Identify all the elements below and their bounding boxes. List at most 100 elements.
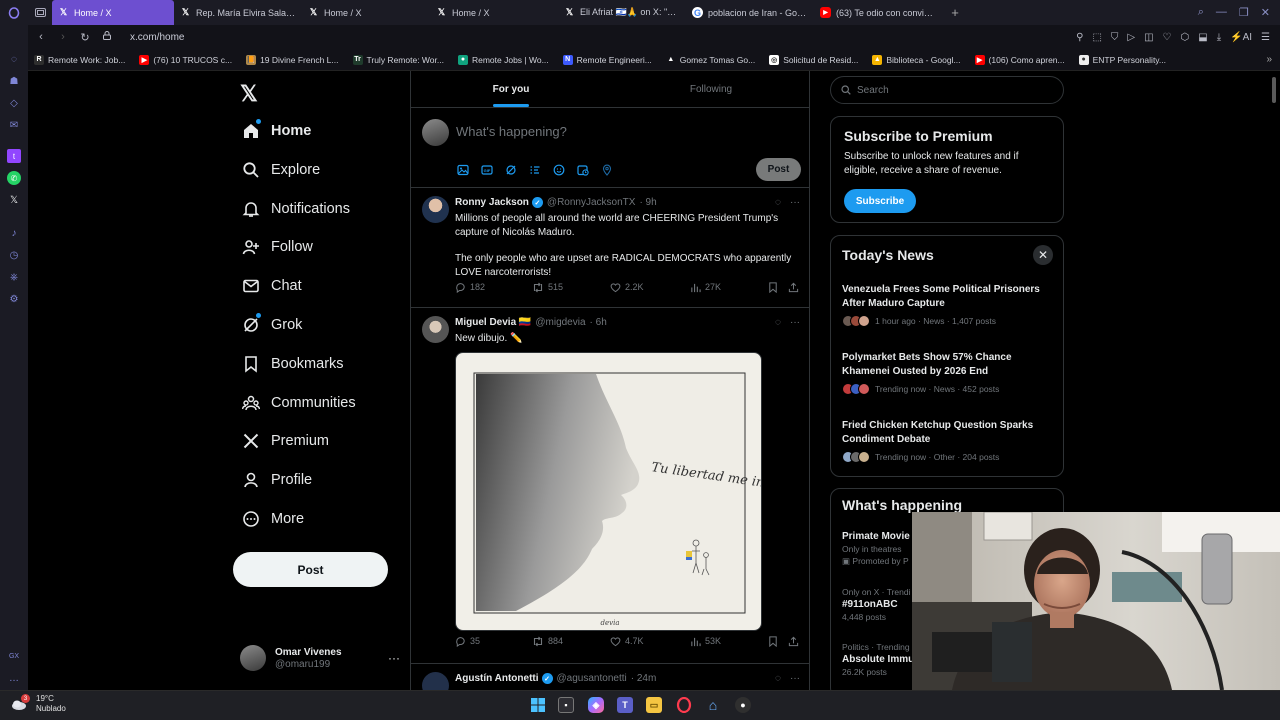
reload-icon[interactable]: ↻ [76, 31, 94, 44]
account-switcher[interactable]: Omar Vivenes @omaru199 ··· [240, 643, 400, 673]
url-field[interactable]: x.com/home [130, 32, 184, 43]
post-button[interactable]: Post [233, 552, 388, 587]
view-button[interactable]: 53K [690, 636, 721, 647]
bookmark-item[interactable]: ▶ (76) 10 TRUCOS c... [139, 54, 232, 65]
nav-item-profile[interactable]: Profile [240, 465, 312, 495]
search-tabs-icon[interactable]: ⌕ [1198, 6, 1204, 19]
bookmark-item[interactable]: ▲ Gomez Tomas Go... [665, 54, 755, 65]
composer-input[interactable]: What's happening? [456, 124, 567, 139]
search-input[interactable] [857, 84, 1047, 96]
repost-button[interactable]: 515 [532, 282, 563, 293]
grok-icon[interactable]: ◌ [775, 317, 781, 328]
gx-icon[interactable]: GX [7, 649, 21, 663]
repost-button[interactable]: 884 [532, 636, 563, 647]
app-badge-icon[interactable]: ● [735, 697, 751, 713]
tab-following[interactable]: Following [611, 71, 809, 107]
tweet-time[interactable]: · 6h [590, 317, 607, 328]
settings-icon[interactable]: ⚙ [7, 292, 21, 306]
opera-logo-icon[interactable] [0, 0, 28, 25]
tweet-author-name[interactable]: Miguel Devia 🇨🇴 [455, 317, 531, 328]
tweet-author-handle[interactable]: @RonnyJacksonTX [547, 197, 636, 208]
avatar[interactable] [422, 672, 449, 690]
pinboard-icon[interactable]: ⎈ [7, 270, 21, 284]
new-tab-button[interactable]: + [946, 4, 964, 22]
sidebar-more-icon[interactable]: … [7, 671, 21, 685]
bookmark-icon[interactable] [768, 281, 778, 293]
minimize-icon[interactable]: — [1216, 6, 1227, 19]
avatar[interactable] [422, 316, 449, 343]
news-item[interactable]: Fried Chicken Ketchup Question Sparks Co… [842, 419, 1054, 463]
browser-tab[interactable]: ▶ (63) Te odio con conviccio [814, 0, 942, 25]
wallet-icon[interactable]: ⬓ [1198, 32, 1207, 43]
nav-item-chat[interactable]: Chat [240, 271, 302, 301]
tweet-author-name[interactable]: Ronny Jackson [455, 197, 529, 208]
replie-button[interactable]: 182 [455, 282, 485, 293]
messenger-icon[interactable]: ✉ [7, 118, 21, 132]
location-icon[interactable] [600, 163, 614, 177]
bookmark-item[interactable]: ◎ Solicitud de Resid... [769, 54, 858, 65]
bookmarks-overflow-icon[interactable]: » [1266, 54, 1272, 65]
scrollbar-thumb[interactable] [1272, 77, 1276, 103]
gif-icon[interactable]: GIF [480, 163, 494, 177]
camera-icon[interactable]: ◫ [1144, 32, 1153, 43]
nav-item-premium[interactable]: Premium [240, 426, 329, 456]
close-icon[interactable]: ✕ [1033, 245, 1053, 265]
share-icon[interactable] [788, 636, 799, 647]
avatar[interactable] [422, 196, 449, 223]
more-dots-icon[interactable]: ··· [790, 197, 800, 208]
nav-item-communities[interactable]: Communities [240, 388, 356, 418]
browser-tab[interactable]: 𝕏 Eli Afriat 🇮🇱🙏 on X: "🇮🇷Bl [558, 0, 686, 25]
tweet-author-handle[interactable]: @agusantonetti [557, 673, 627, 684]
search-box[interactable] [830, 76, 1064, 104]
extensions-icon[interactable]: ⬡ [1181, 32, 1190, 43]
heart-icon[interactable]: ♡ [1163, 32, 1172, 43]
tweet-time[interactable]: · 24m [631, 673, 657, 684]
shield-icon[interactable]: ⛉ [1111, 32, 1119, 43]
bookmark-item[interactable]: ● ENTP Personality... [1078, 54, 1166, 65]
replie-button[interactable]: 35 [455, 636, 480, 647]
browser-tab[interactable]: 𝕏 Home / X [430, 0, 558, 25]
history-icon[interactable]: ◷ [7, 248, 21, 262]
twitch-icon[interactable]: t [7, 149, 21, 163]
lock-icon[interactable] [98, 31, 116, 43]
crypto-icon[interactable]: ◇ [7, 96, 21, 110]
people-icon[interactable]: ☗ [7, 74, 21, 88]
teams-icon[interactable]: T [617, 697, 633, 713]
weather-widget[interactable]: 3 19°C Nublado [10, 694, 66, 714]
aria-sidebar-icon[interactable]: ◌ [7, 52, 21, 66]
grok-icon[interactable]: ◌ [775, 673, 781, 684]
image-icon[interactable] [456, 163, 470, 177]
file-explorer-icon[interactable]: ▭ [646, 697, 662, 713]
subscribe-button[interactable]: Subscribe [844, 189, 916, 213]
share-icon[interactable] [788, 282, 799, 293]
back-icon[interactable]: ‹ [32, 31, 50, 43]
more-dots-icon[interactable]: ··· [388, 651, 400, 665]
screenshot-icon[interactable]: ⬚ [1092, 32, 1101, 43]
tab-overview-icon[interactable] [28, 0, 52, 25]
tweet-author-handle[interactable]: @migdevia [535, 317, 585, 328]
like-button[interactable]: 4.7K [610, 636, 644, 647]
nav-item-home[interactable]: Home [240, 116, 311, 146]
opera-taskbar-icon[interactable] [676, 697, 692, 713]
app-icon[interactable]: ⌂ [705, 697, 721, 713]
tweet[interactable]: Agustín Antonetti ✓ @agusantonetti · 24m… [411, 664, 809, 690]
bookmark-item[interactable]: N Remote Engineeri... [562, 54, 652, 65]
browser-tab[interactable]: 𝕏 Rep. María Elvira Salazar [174, 0, 302, 25]
bookmark-item[interactable]: ▲ Biblioteca - Googl... [872, 54, 961, 65]
menu-icon[interactable]: ☰ [1261, 32, 1270, 43]
nav-item-explore[interactable]: Explore [240, 155, 320, 185]
forward-icon[interactable]: › [54, 31, 72, 43]
aria-ai-button[interactable]: ⚡AI [1230, 32, 1252, 43]
emoji-icon[interactable] [552, 163, 566, 177]
tweet[interactable]: Miguel Devia 🇨🇴 @migdevia · 6h ◌ ··· New… [411, 308, 809, 664]
grok-icon[interactable] [504, 163, 518, 177]
download-icon[interactable]: ⤓ [1217, 32, 1221, 43]
composer-post-button[interactable]: Post [756, 158, 801, 181]
news-item[interactable]: Polymarket Bets Show 57% Chance Khamenei… [842, 351, 1054, 395]
play-icon[interactable]: ▷ [1127, 32, 1135, 43]
tweet[interactable]: Ronny Jackson ✓ @RonnyJacksonTX · 9h ◌ ·… [411, 188, 809, 308]
windows-start-icon[interactable] [530, 697, 546, 713]
view-button[interactable]: 27K [690, 282, 721, 293]
whatsapp-icon[interactable]: ✆ [7, 171, 21, 185]
pin-icon[interactable]: ⚲ [1076, 32, 1083, 43]
